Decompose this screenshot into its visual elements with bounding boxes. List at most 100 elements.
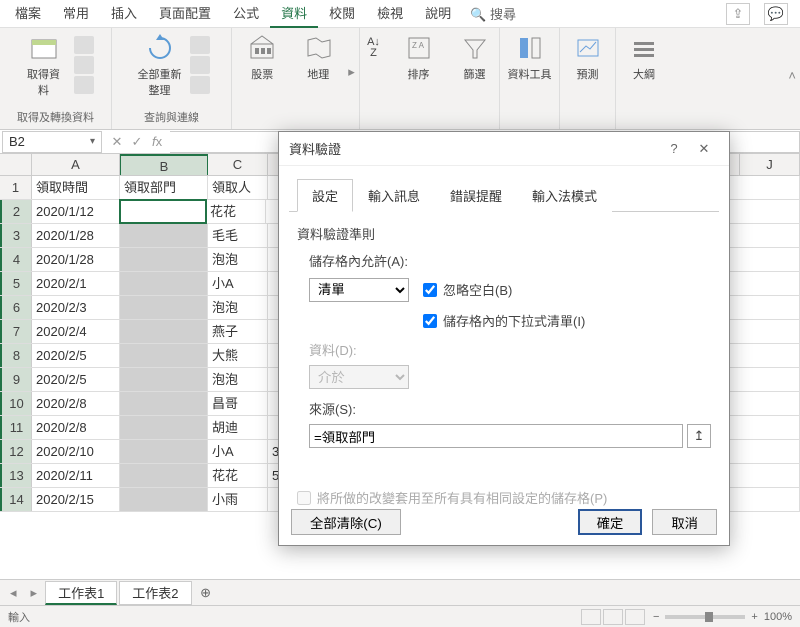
row-header[interactable]: 1	[0, 176, 32, 199]
sheet-tab-2[interactable]: 工作表2	[119, 581, 191, 605]
enter-formula-icon[interactable]: ✓	[128, 134, 146, 150]
cell[interactable]	[120, 368, 208, 391]
row-header[interactable]: 8	[0, 344, 32, 367]
comments-icon[interactable]: 💬	[764, 3, 788, 25]
row-header[interactable]: 11	[0, 416, 32, 439]
dialog-tab-input[interactable]: 輸入訊息	[353, 179, 435, 212]
cell[interactable]: 大熊	[208, 344, 268, 367]
tab-insert[interactable]: 插入	[100, 0, 148, 28]
cell[interactable]: 領取人	[208, 176, 268, 199]
view-normal-icon[interactable]	[581, 609, 601, 625]
cell[interactable]: 泡泡	[208, 296, 268, 319]
cell[interactable]: 燕子	[208, 320, 268, 343]
help-icon[interactable]: ?	[659, 141, 689, 156]
cell[interactable]: 領取時間	[32, 176, 120, 199]
cell[interactable]	[120, 392, 208, 415]
tab-file[interactable]: 檔案	[4, 0, 52, 28]
cell[interactable]	[120, 488, 208, 511]
cell[interactable]: 2020/1/12	[32, 200, 120, 223]
cancel-button[interactable]: 取消	[652, 509, 717, 535]
stocks-button[interactable]: 股票	[236, 32, 288, 82]
add-sheet-icon[interactable]: ⊕	[194, 585, 218, 601]
dialog-tab-error[interactable]: 錯誤提醒	[435, 179, 517, 212]
view-pagelayout-icon[interactable]	[603, 609, 623, 625]
row-header[interactable]: 5	[0, 272, 32, 295]
data-tools-button[interactable]: 資料工具	[504, 32, 556, 82]
row-header[interactable]: 12	[0, 440, 32, 463]
close-icon[interactable]: ✕	[689, 141, 719, 157]
geography-button[interactable]: 地理	[292, 32, 344, 82]
zoom-slider[interactable]	[665, 615, 745, 619]
get-data-button[interactable]: 取得資 料	[18, 32, 70, 98]
cell[interactable]	[120, 344, 208, 367]
ribbon-search[interactable]: 🔍 搜尋	[462, 4, 524, 23]
sheet-tab-1[interactable]: 工作表1	[45, 581, 117, 605]
forecast-button[interactable]: 預測	[562, 32, 614, 82]
filter-button[interactable]: 篩選	[449, 32, 501, 82]
cell[interactable]: 昌哥	[208, 392, 268, 415]
cell[interactable]	[120, 296, 208, 319]
cell[interactable]	[120, 440, 208, 463]
view-pagebreak-icon[interactable]	[625, 609, 645, 625]
name-box[interactable]: B2▾	[2, 131, 102, 153]
cell[interactable]: 小雨	[208, 488, 268, 511]
cell[interactable]: 2020/2/8	[32, 392, 120, 415]
cell[interactable]: 2020/2/8	[32, 416, 120, 439]
cell[interactable]: 2020/2/5	[32, 344, 120, 367]
tab-view[interactable]: 檢視	[366, 0, 414, 28]
sheet-nav-next-icon[interactable]: ▸	[25, 585, 44, 601]
allow-select[interactable]: 清單	[309, 278, 409, 302]
col-header-a[interactable]: A	[32, 154, 120, 175]
select-all-corner[interactable]	[0, 154, 32, 175]
tab-layout[interactable]: 頁面配置	[148, 0, 222, 28]
row-header[interactable]: 7	[0, 320, 32, 343]
cell[interactable]: 2020/2/1	[32, 272, 120, 295]
tab-formulas[interactable]: 公式	[222, 0, 270, 28]
cell[interactable]	[120, 248, 208, 271]
dialog-tab-settings[interactable]: 設定	[297, 179, 353, 212]
zoom-out-icon[interactable]: −	[653, 611, 659, 623]
cell[interactable]: 泡泡	[208, 368, 268, 391]
cell[interactable]: 領取部門	[120, 176, 208, 199]
row-header[interactable]: 3	[0, 224, 32, 247]
cell[interactable]	[120, 464, 208, 487]
col-header-c[interactable]: C	[208, 154, 268, 175]
cancel-formula-icon[interactable]: ✕	[108, 134, 126, 150]
row-header[interactable]: 13	[0, 464, 32, 487]
ignore-blank-checkbox[interactable]	[423, 283, 437, 297]
cell[interactable]: 2020/2/15	[32, 488, 120, 511]
zoom-in-icon[interactable]: +	[751, 611, 757, 623]
refresh-all-button[interactable]: 全部重新整理	[134, 32, 186, 98]
cell[interactable]	[120, 320, 208, 343]
ok-button[interactable]: 確定	[578, 509, 643, 535]
cell[interactable]: 2020/1/28	[32, 248, 120, 271]
share-icon[interactable]: ⇪	[726, 3, 750, 25]
ribbon-collapse-icon[interactable]: ˄	[788, 68, 796, 83]
in-cell-dropdown-checkbox[interactable]	[423, 314, 437, 328]
sheet-nav-prev-icon[interactable]: ◂	[4, 585, 23, 601]
row-header[interactable]: 10	[0, 392, 32, 415]
cell[interactable]: 花花	[208, 464, 268, 487]
cell[interactable]: 胡迪	[208, 416, 268, 439]
cell[interactable]: 花花	[206, 200, 266, 223]
tab-data[interactable]: 資料	[270, 0, 318, 28]
cell[interactable]: 2020/2/3	[32, 296, 120, 319]
cell[interactable]	[120, 224, 208, 247]
tab-review[interactable]: 校閱	[318, 0, 366, 28]
outline-button[interactable]: 大綱	[618, 32, 670, 82]
chevron-down-icon[interactable]: ▾	[90, 136, 95, 147]
cell[interactable]: 2020/2/10	[32, 440, 120, 463]
cell[interactable]: 2020/2/4	[32, 320, 120, 343]
cell[interactable]: 泡泡	[208, 248, 268, 271]
get-data-small-buttons[interactable]	[74, 32, 94, 94]
row-header[interactable]: 4	[0, 248, 32, 271]
cell[interactable]	[120, 416, 208, 439]
cell[interactable]	[119, 199, 207, 224]
cell[interactable]: 毛毛	[208, 224, 268, 247]
fx-icon[interactable]: fx	[148, 134, 166, 150]
cell[interactable]: 2020/2/11	[32, 464, 120, 487]
sort-button[interactable]: Z A 排序	[393, 32, 445, 82]
row-header[interactable]: 6	[0, 296, 32, 319]
col-header-j[interactable]: J	[740, 154, 800, 175]
sort-az-button[interactable]: A↓Z	[359, 32, 389, 64]
